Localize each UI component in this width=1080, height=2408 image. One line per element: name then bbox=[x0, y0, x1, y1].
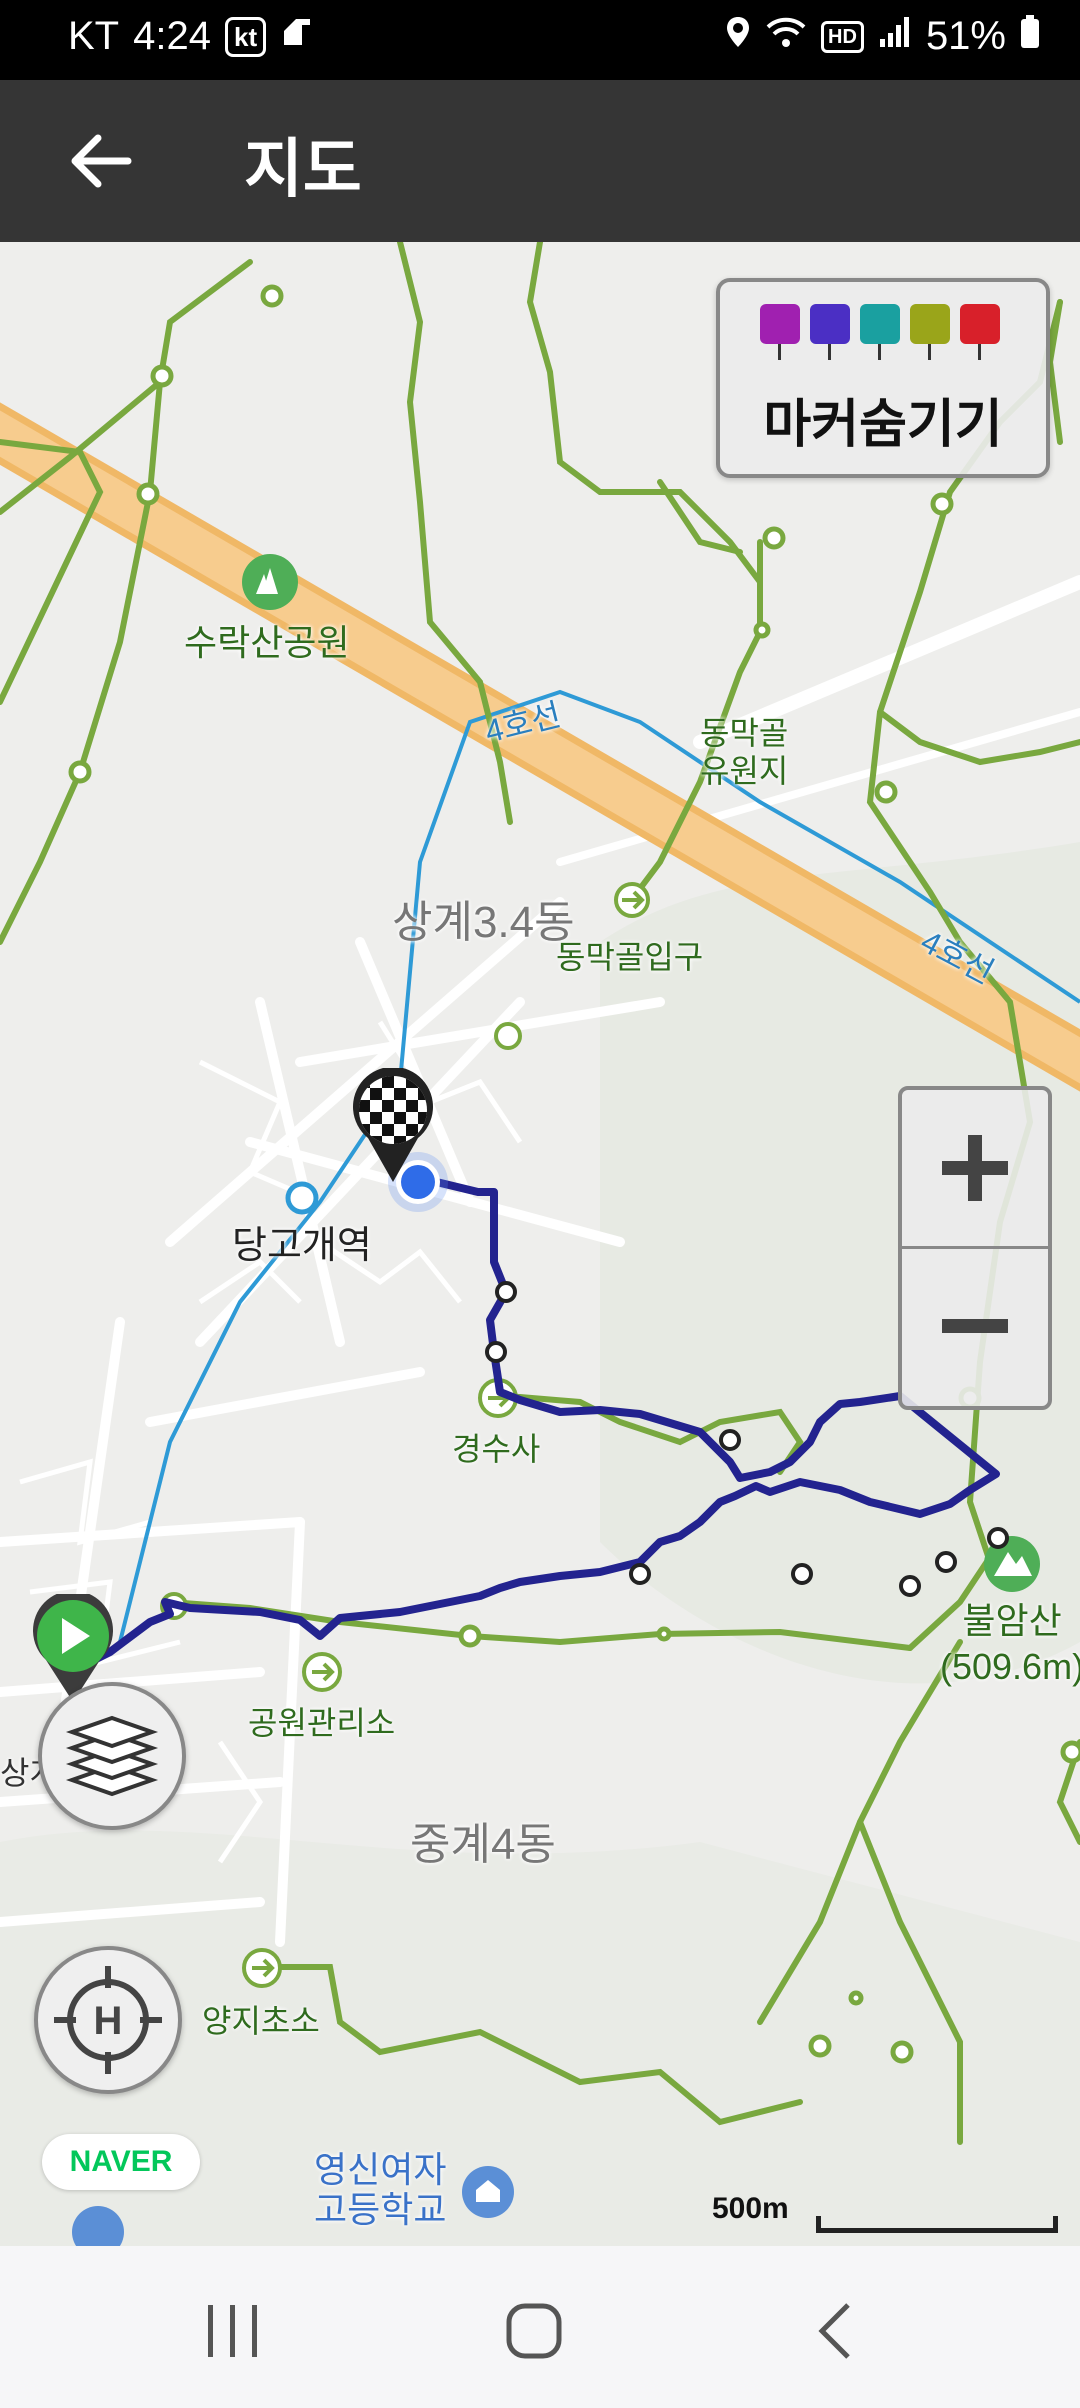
back-button[interactable] bbox=[56, 116, 146, 206]
status-bar: KT 4:24 kt HD 51% bbox=[0, 0, 1080, 80]
battery-icon bbox=[1020, 14, 1040, 59]
layers-icon bbox=[65, 1715, 159, 1797]
map-label-junggye4: 중계4동 bbox=[410, 1820, 556, 1869]
system-nav-bar bbox=[0, 2246, 1080, 2408]
map-label-yangji: 양지초소 bbox=[202, 2003, 320, 2039]
home-icon bbox=[506, 2303, 562, 2359]
nav-back-button[interactable] bbox=[778, 2286, 898, 2376]
pin-icon bbox=[860, 304, 900, 360]
video-icon bbox=[810, 304, 850, 360]
app-bar: 지도 bbox=[0, 80, 1080, 242]
naver-logo: NAVER bbox=[42, 2134, 200, 2190]
map-view[interactable]: 수락산공원 4호선 4호선 동막골 유원지 상계3.4동 동막골입구 당고개역 … bbox=[0, 242, 1080, 2246]
zoom-out-button[interactable] bbox=[902, 1248, 1048, 1404]
note-icon bbox=[910, 304, 950, 360]
checkered-flag-icon bbox=[353, 1066, 433, 1182]
svg-text:H: H bbox=[94, 1999, 123, 2043]
map-label-park: 수락산공원 bbox=[184, 622, 350, 663]
layers-button[interactable] bbox=[38, 1682, 186, 1830]
recent-apps-button[interactable] bbox=[172, 2286, 292, 2376]
minus-icon bbox=[942, 1319, 1008, 1333]
wifi-icon bbox=[765, 14, 807, 59]
kt-icon: kt bbox=[224, 16, 267, 57]
plus-icon bbox=[942, 1135, 1008, 1201]
crosshair-heading-icon: H bbox=[54, 1966, 162, 2074]
map-label-dongmakgol-entrance: 동막골입구 bbox=[556, 939, 704, 975]
camera-icon bbox=[760, 304, 800, 360]
arrow-left-icon bbox=[71, 134, 132, 188]
navigation-icon bbox=[280, 14, 314, 59]
finish-flag-marker[interactable] bbox=[348, 1066, 438, 1184]
marker-hide-label: 마커숨기기 bbox=[763, 396, 1003, 454]
home-button[interactable] bbox=[474, 2286, 594, 2376]
marker-hide-button[interactable]: 마커숨기기 bbox=[716, 278, 1050, 478]
map-label-sanggye34: 상계3.4동 bbox=[392, 898, 575, 947]
zoom-controls bbox=[898, 1086, 1052, 1410]
map-label-danggogae-station: 당고개역 bbox=[232, 1225, 372, 1267]
carrier-name: KT bbox=[68, 14, 120, 58]
recent-apps-icon bbox=[208, 2305, 257, 2357]
map-label-school: 영신여자 고등학교 bbox=[314, 2149, 447, 2230]
chevron-left-icon bbox=[818, 2303, 850, 2359]
map-label-dongmakgol: 동막골 유원지 bbox=[700, 715, 789, 789]
map-label-bulamsan: 불암산 (509.6m) bbox=[940, 1600, 1080, 1687]
map-label-gyeongsusa: 경수사 bbox=[452, 1431, 541, 1467]
battery-percent: 51% bbox=[925, 14, 1006, 58]
map-label-park-office: 공원관리소 bbox=[248, 1705, 396, 1741]
scale-label: 500m bbox=[712, 2192, 789, 2225]
scale-bar: 500m bbox=[712, 2192, 1062, 2236]
page-title: 지도 bbox=[244, 133, 362, 205]
hd-voice-badge: HD bbox=[821, 20, 864, 53]
location-icon bbox=[725, 14, 751, 59]
zoom-in-button[interactable] bbox=[902, 1090, 1048, 1249]
scale-ruler bbox=[816, 2216, 1058, 2233]
clock: 4:24 bbox=[133, 14, 211, 58]
signal-icon bbox=[878, 14, 912, 59]
flag-icon bbox=[960, 304, 1000, 360]
locate-button[interactable]: H bbox=[34, 1946, 182, 2094]
